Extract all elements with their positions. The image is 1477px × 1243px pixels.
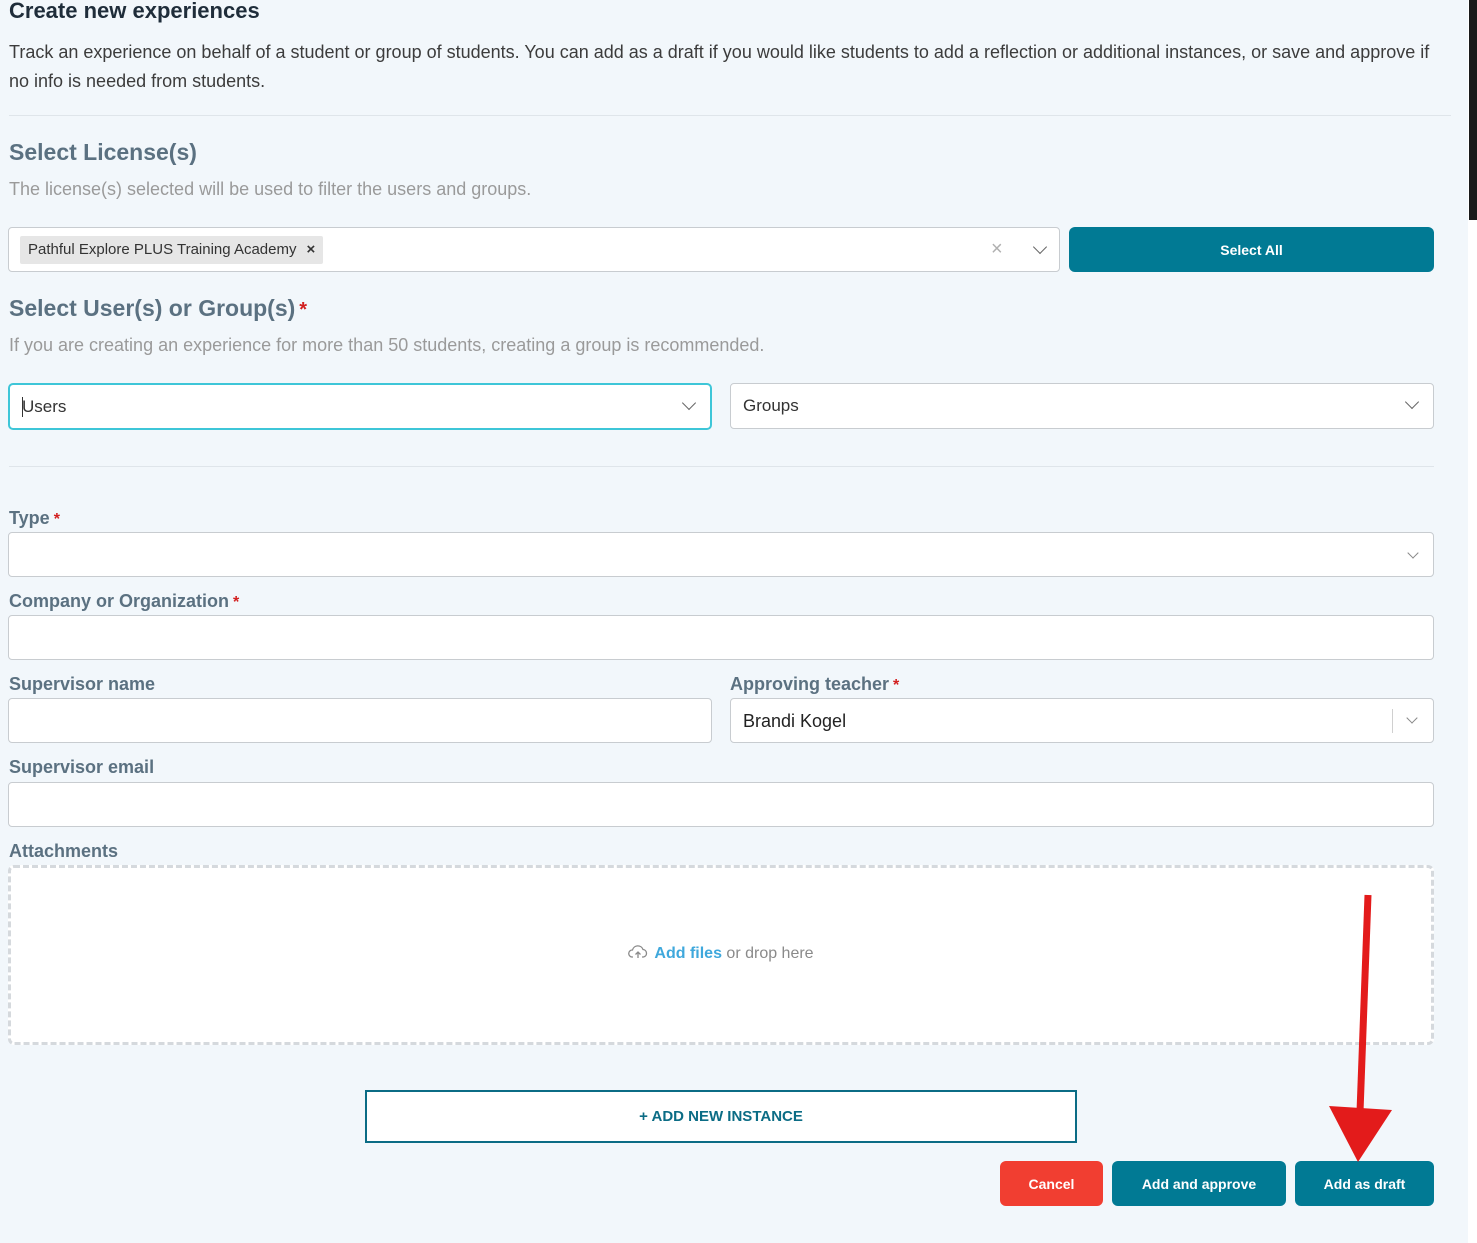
- chip-remove-icon[interactable]: ×: [306, 241, 315, 258]
- company-label-text: Company or Organization: [9, 591, 230, 611]
- type-select[interactable]: [8, 532, 1434, 577]
- users-groups-section-title: Select User(s) or Group(s) *: [9, 293, 307, 325]
- users-select[interactable]: Users: [8, 383, 712, 430]
- scrollbar[interactable]: [1468, 0, 1477, 1243]
- chevron-down-icon[interactable]: [1032, 239, 1048, 255]
- groups-select[interactable]: Groups: [730, 383, 1434, 429]
- license-chip: Pathful Explore PLUS Training Academy ×: [20, 236, 324, 264]
- approving-teacher-label: Approving teacher *: [730, 672, 899, 698]
- users-groups-help-text: If you are creating an experience for mo…: [9, 335, 765, 355]
- approving-teacher-label-text: Approving teacher: [730, 674, 890, 694]
- groups-placeholder: Groups: [743, 396, 799, 415]
- type-label: Type *: [9, 506, 60, 532]
- required-asterisk: *: [893, 677, 900, 694]
- supervisor-email-input[interactable]: [8, 782, 1434, 827]
- type-label-text: Type: [9, 508, 50, 528]
- add-files-link[interactable]: Add files: [654, 945, 722, 962]
- annotation-arrow-icon: [1329, 894, 1392, 1162]
- chevron-down-icon[interactable]: [1404, 394, 1420, 410]
- license-help-text: The license(s) selected will be used to …: [9, 179, 532, 199]
- users-groups-title-text: Select User(s) or Group(s): [9, 295, 296, 321]
- chevron-down-icon[interactable]: [1407, 547, 1419, 559]
- attachments-dropzone[interactable]: Add files or drop here: [8, 865, 1434, 1045]
- divider: [9, 466, 1434, 467]
- divider: [9, 115, 1451, 116]
- supervisor-name-label: Supervisor name: [9, 674, 156, 694]
- attachments-label: Attachments: [9, 841, 119, 861]
- users-placeholder: Users: [22, 397, 67, 416]
- cancel-button[interactable]: Cancel: [1000, 1161, 1103, 1206]
- license-section-title: Select License(s): [9, 139, 197, 165]
- chevron-down-icon[interactable]: [681, 395, 697, 411]
- approving-teacher-value: Brandi Kogel: [743, 711, 847, 731]
- supervisor-name-input[interactable]: [8, 698, 712, 743]
- license-chip-label: Pathful Explore PLUS Training Academy: [28, 241, 297, 258]
- clear-icon[interactable]: ×: [991, 239, 1003, 259]
- approving-teacher-select[interactable]: Brandi Kogel: [730, 698, 1434, 743]
- company-label: Company or Organization *: [9, 589, 239, 615]
- drop-here-text: or drop here: [721, 945, 814, 962]
- cloud-upload-icon: [628, 945, 648, 958]
- dropzone-text: Add files or drop here: [11, 944, 1431, 963]
- select-separator: [1392, 709, 1393, 733]
- required-asterisk: *: [53, 511, 60, 528]
- scrollbar-thumb[interactable]: [1469, 0, 1477, 220]
- page-intro: Track an experience on behalf of a stude…: [9, 42, 1430, 91]
- chevron-down-icon[interactable]: [1406, 712, 1418, 724]
- supervisor-email-label: Supervisor email: [9, 757, 155, 777]
- page-title: Create new experiences: [9, 0, 260, 23]
- select-all-button[interactable]: Select All: [1069, 227, 1434, 272]
- required-asterisk: *: [299, 299, 308, 321]
- add-and-approve-button[interactable]: Add and approve: [1112, 1161, 1286, 1206]
- company-input[interactable]: [8, 615, 1434, 660]
- license-select[interactable]: Pathful Explore PLUS Training Academy × ×: [8, 227, 1060, 272]
- add-new-instance-button[interactable]: + ADD NEW INSTANCE: [365, 1090, 1077, 1143]
- required-asterisk: *: [233, 594, 240, 611]
